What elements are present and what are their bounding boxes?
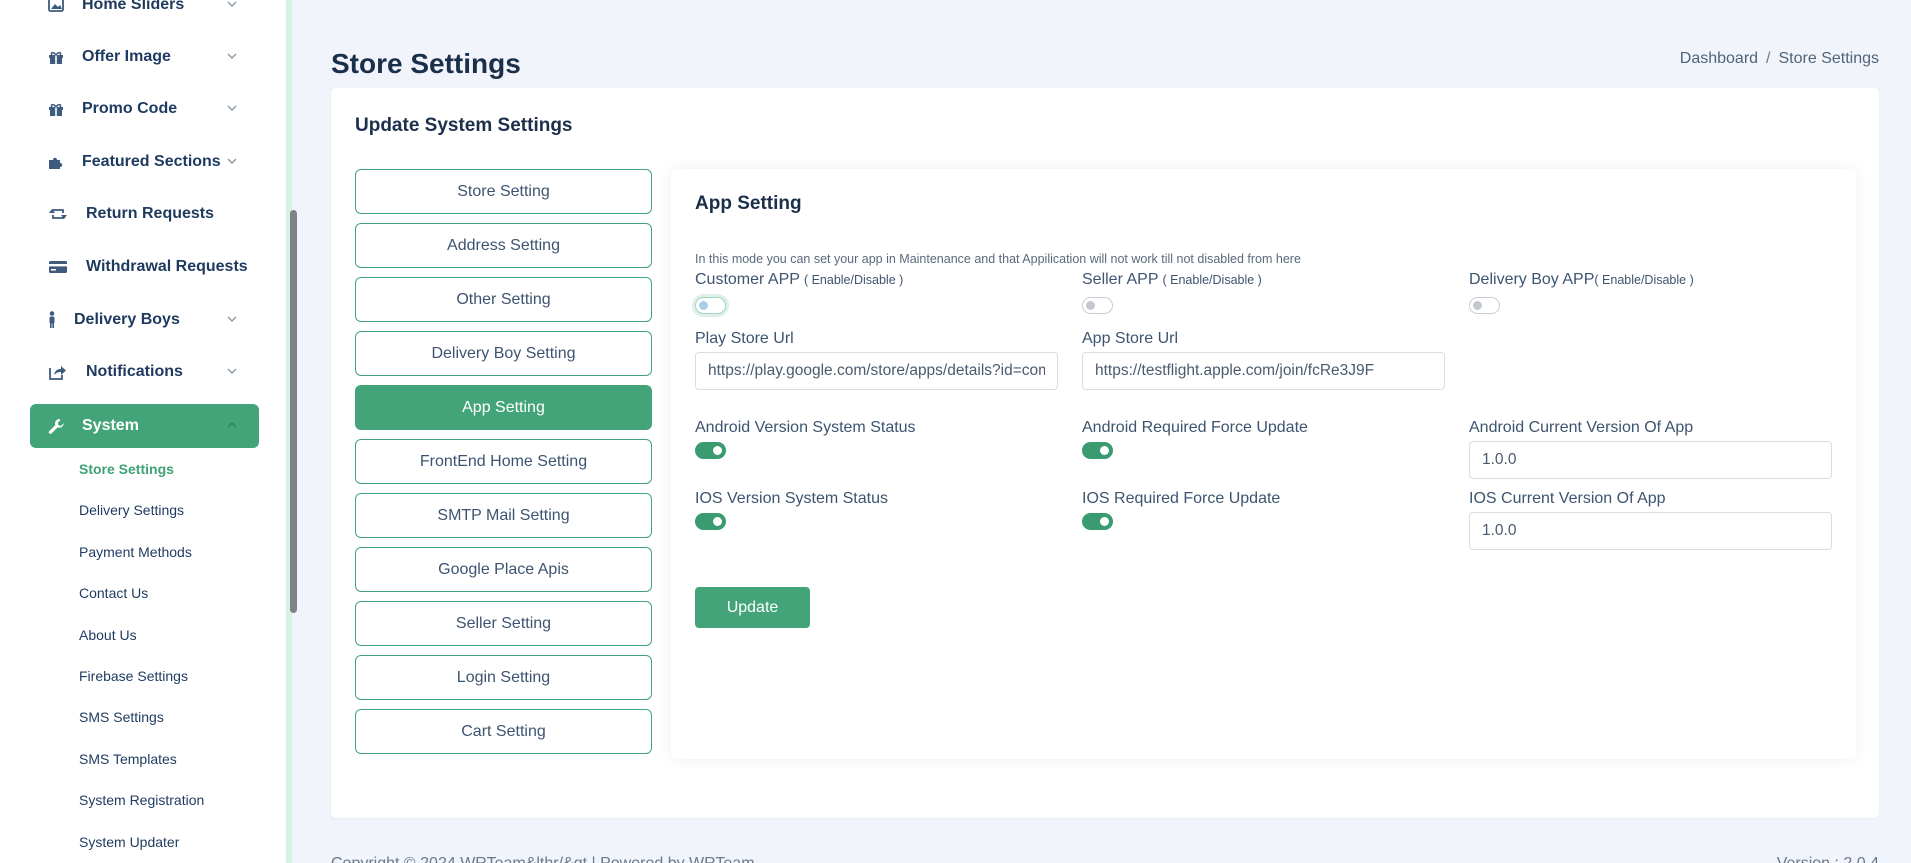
- ios-force-update-label: IOS Required Force Update: [1082, 490, 1281, 507]
- wrench-icon: [46, 416, 66, 436]
- ios-version-label: IOS Current Version Of App: [1469, 490, 1666, 507]
- sidebar-sub-sms-settings[interactable]: SMS Settings: [79, 709, 164, 725]
- gift-icon: [46, 47, 66, 67]
- sidebar-item-system[interactable]: System: [30, 404, 259, 448]
- person-icon: [42, 310, 62, 330]
- update-button[interactable]: Update: [695, 587, 810, 628]
- tab-delivery-boy-setting[interactable]: Delivery Boy Setting: [355, 331, 652, 376]
- image-icon: [46, 0, 66, 15]
- sidebar-item-label: Return Requests: [86, 205, 215, 222]
- sidebar-item-label: Delivery Boys: [74, 311, 180, 328]
- android-status-label: Android Version System Status: [695, 419, 916, 436]
- sidebar-item-label: Promo Code: [82, 100, 178, 117]
- chevron-down-icon: [227, 316, 237, 322]
- delivery-app-label: Delivery Boy APP( Enable/Disable ): [1469, 271, 1694, 289]
- play-store-url-label: Play Store Url: [695, 330, 794, 347]
- panel-title: App Setting: [695, 193, 802, 214]
- footer-copyright: Copyright © 2024 WRTeam&lthr/&gt | Power…: [331, 855, 755, 863]
- breadcrumb: Dashboard / Store Settings: [1680, 50, 1879, 68]
- sidebar-item-delivery-boys[interactable]: Delivery Boys: [30, 298, 259, 342]
- seller-app-label-text: Seller APP: [1082, 271, 1159, 288]
- chevron-down-icon: [227, 53, 237, 59]
- android-status-toggle[interactable]: [695, 442, 726, 459]
- sidebar-sub-system-registration[interactable]: System Registration: [79, 792, 204, 808]
- tab-app-setting[interactable]: App Setting: [355, 385, 652, 430]
- chevron-down-icon: [227, 368, 237, 374]
- ios-status-toggle[interactable]: [695, 513, 726, 530]
- sidebar-item-offer-image[interactable]: Offer Image: [30, 35, 259, 79]
- ios-force-update-toggle[interactable]: [1082, 513, 1113, 530]
- credit-card-icon: [48, 257, 68, 277]
- sidebar-item-notifications[interactable]: Notifications: [30, 350, 259, 394]
- sidebar-item-label: System: [82, 417, 139, 434]
- ios-status-label: IOS Version System Status: [695, 490, 888, 507]
- page-title: Store Settings: [331, 48, 521, 79]
- android-force-update-toggle[interactable]: [1082, 442, 1113, 459]
- chevron-down-icon: [227, 158, 237, 164]
- ios-version-input[interactable]: [1469, 512, 1832, 550]
- android-version-input[interactable]: [1469, 441, 1832, 479]
- sidebar-item-return-requests[interactable]: Return Requests: [30, 192, 259, 236]
- seller-app-toggle[interactable]: [1082, 297, 1113, 314]
- sidebar-scrollbar-thumb[interactable]: [290, 210, 297, 613]
- delivery-app-toggle[interactable]: [1469, 297, 1500, 314]
- settings-tabs: Store Setting Address Setting Other Sett…: [355, 169, 652, 763]
- tab-smtp-mail-setting[interactable]: SMTP Mail Setting: [355, 493, 652, 538]
- android-version-label: Android Current Version Of App: [1469, 419, 1694, 436]
- puzzle-icon: [46, 152, 66, 172]
- breadcrumb-separator: /: [1766, 50, 1771, 67]
- enable-disable-hint: ( Enable/Disable ): [1594, 273, 1694, 287]
- sidebar-item-label: Featured Sections: [82, 153, 221, 170]
- tab-other-setting[interactable]: Other Setting: [355, 277, 652, 322]
- sidebar-sub-firebase-settings[interactable]: Firebase Settings: [79, 668, 188, 684]
- tab-store-setting[interactable]: Store Setting: [355, 169, 652, 214]
- play-store-url-input[interactable]: [695, 352, 1058, 390]
- sidebar-item-label: Notifications: [86, 363, 183, 380]
- sidebar-sub-store-settings[interactable]: Store Settings: [79, 461, 174, 477]
- sidebar-item-promo-code[interactable]: Promo Code: [30, 87, 259, 131]
- sidebar-sub-about-us[interactable]: About Us: [79, 627, 137, 643]
- sidebar-sub-contact-us[interactable]: Contact Us: [79, 585, 148, 601]
- customer-app-label-text: Customer APP: [695, 271, 800, 288]
- sidebar-item-label: Home Sliders: [82, 0, 185, 13]
- chevron-down-icon: [227, 105, 237, 111]
- sidebar-item-withdrawal-requests[interactable]: Withdrawal Requests: [30, 245, 259, 289]
- sidebar-item-label: Offer Image: [82, 48, 171, 65]
- card-title: Update System Settings: [355, 115, 573, 136]
- app-store-url-label: App Store Url: [1082, 330, 1179, 347]
- repeat-icon: [48, 204, 68, 224]
- enable-disable-hint: ( Enable/Disable ): [1162, 273, 1262, 287]
- customer-app-toggle[interactable]: [695, 297, 726, 314]
- tab-seller-setting[interactable]: Seller Setting: [355, 601, 652, 646]
- sidebar-sub-delivery-settings[interactable]: Delivery Settings: [79, 502, 184, 518]
- footer-version: Version : 2.0.4: [1777, 855, 1879, 863]
- sidebar-item-label: Withdrawal Requests: [86, 258, 248, 275]
- tab-address-setting[interactable]: Address Setting: [355, 223, 652, 268]
- app-store-url-input[interactable]: [1082, 352, 1445, 390]
- sidebar-item-featured-sections[interactable]: Featured Sections: [30, 140, 259, 184]
- share-icon: [48, 362, 68, 382]
- tab-login-setting[interactable]: Login Setting: [355, 655, 652, 700]
- gift-icon: [46, 99, 66, 119]
- sidebar-sub-system-updater[interactable]: System Updater: [79, 834, 179, 850]
- android-force-update-label: Android Required Force Update: [1082, 419, 1308, 436]
- tab-google-place-apis[interactable]: Google Place Apis: [355, 547, 652, 592]
- breadcrumb-dashboard-link[interactable]: Dashboard: [1680, 50, 1758, 67]
- settings-card: Update System Settings Store Setting Add…: [331, 88, 1879, 818]
- delivery-app-label-text: Delivery Boy APP: [1469, 271, 1595, 288]
- tab-frontend-home-setting[interactable]: FrontEnd Home Setting: [355, 439, 652, 484]
- sidebar-sub-sms-templates[interactable]: SMS Templates: [79, 751, 177, 767]
- seller-app-label: Seller APP( Enable/Disable ): [1082, 271, 1262, 289]
- chevron-down-icon: [227, 1, 237, 7]
- enable-disable-hint: ( Enable/Disable ): [803, 273, 904, 287]
- customer-app-label: Customer APP( Enable/Disable ): [695, 271, 903, 289]
- sidebar: Home Sliders Offer Image Promo Code Feat…: [0, 0, 292, 863]
- chevron-up-icon: [227, 422, 237, 428]
- maintenance-note: In this mode you can set your app in Mai…: [695, 252, 1301, 266]
- sidebar-item-home-sliders[interactable]: Home Sliders: [30, 0, 259, 27]
- sidebar-sub-payment-methods[interactable]: Payment Methods: [79, 544, 192, 560]
- breadcrumb-current: Store Settings: [1778, 50, 1880, 67]
- tab-cart-setting[interactable]: Cart Setting: [355, 709, 652, 754]
- app-setting-panel: App Setting In this mode you can set you…: [671, 169, 1856, 759]
